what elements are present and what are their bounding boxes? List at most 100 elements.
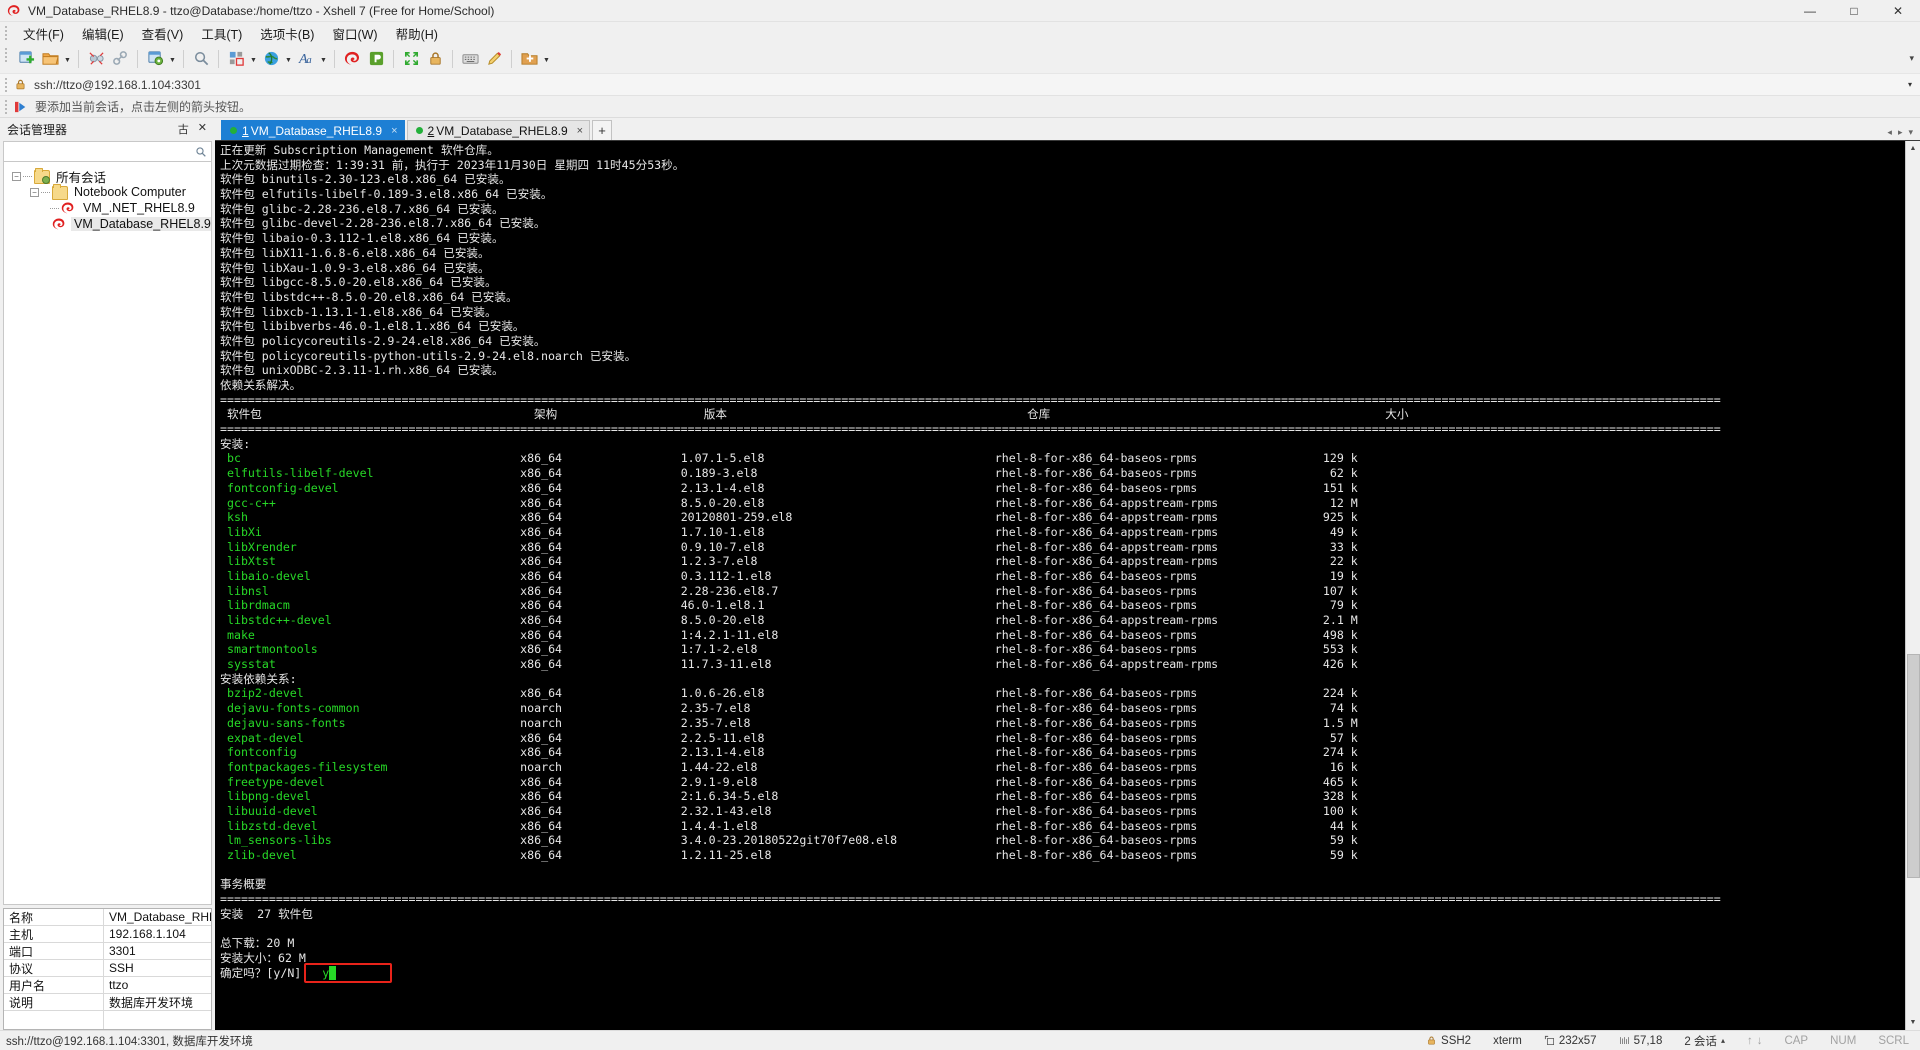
tree-node-vm-database-rhel89[interactable]: VM_Database_RHEL8.9 [4, 216, 211, 232]
address-dropdown-icon[interactable]: ▾ [1908, 80, 1920, 89]
tab-scroll-left-icon[interactable]: ◂ [1887, 127, 1892, 138]
session-search-box[interactable] [3, 141, 212, 162]
tab-close-icon[interactable]: × [391, 125, 397, 137]
menu-grip[interactable] [4, 25, 8, 41]
status-terminal-size[interactable]: 232x57 [1533, 1035, 1608, 1047]
tab-list-menu-icon[interactable]: ▾ [1908, 127, 1913, 138]
xftp-icon[interactable] [364, 47, 388, 71]
status-session-count-label: 2 会话 [1684, 1035, 1717, 1048]
status-terminal-type[interactable]: xterm [1482, 1035, 1533, 1047]
toolbar-separator [511, 49, 512, 68]
highlight-icon[interactable] [482, 47, 506, 71]
property-value: ttzo [109, 978, 129, 992]
add-folder-icon[interactable] [517, 47, 541, 71]
menu-tab[interactable]: 选项卡(B) [251, 22, 323, 45]
menu-file[interactable]: 文件(F) [14, 22, 73, 45]
add-folder-caret-icon[interactable]: ▼ [541, 47, 552, 71]
status-terminal-size-label: 232x57 [1558, 1034, 1597, 1047]
toolbar-grip[interactable] [4, 47, 8, 63]
terminal-output[interactable]: 正在更新 Subscription Management 软件仓库。 上次元数据… [215, 141, 1905, 1030]
expander-icon[interactable]: − [12, 171, 21, 181]
open-folder-icon[interactable] [38, 47, 62, 71]
tab-scroll-right-icon[interactable]: ▸ [1898, 127, 1903, 138]
status-cursor-position-label: 57,18 [1633, 1034, 1663, 1047]
status-ssh-protocol[interactable]: SSH2 [1415, 1035, 1482, 1047]
toolbar-separator [218, 49, 219, 68]
tree-node-vm-net-rhel89[interactable]: VM_.NET_RHEL8.9 [4, 200, 211, 216]
tree-label-vm-net-rhel89: VM_.NET_RHEL8.9 [83, 201, 195, 215]
property-value [104, 1011, 211, 1029]
toolbar-overflow[interactable]: ▾ [1909, 53, 1920, 64]
tab-close-icon[interactable]: × [577, 125, 583, 137]
scroll-up-icon[interactable]: ▲ [1905, 141, 1920, 156]
cursor-icon [1619, 1037, 1629, 1044]
new-session-icon[interactable] [14, 47, 38, 71]
download-arrow-icon: ↓ [1756, 1034, 1763, 1047]
property-row-empty [4, 1011, 211, 1029]
session-properties-grid: 名称 VM_Database_RHE... 主机 192.168.1.104 端… [3, 908, 212, 1030]
session-search-input[interactable] [8, 144, 195, 159]
tree-node-notebook-computer[interactable]: − Notebook Computer [4, 184, 211, 200]
menu-view[interactable]: 查看(V) [133, 22, 193, 45]
session-tree[interactable]: − 所有会话 − Notebook Computer VM_.NET_RHEL8… [3, 162, 212, 905]
window-controls: — □ ✕ [1788, 0, 1920, 22]
layout-icon[interactable] [224, 47, 248, 71]
tree-line [41, 191, 50, 193]
menu-edit[interactable]: 编辑(E) [73, 22, 133, 45]
session-properties-caret-icon[interactable]: ▼ [167, 47, 178, 71]
new-tab-button[interactable]: + [592, 120, 613, 140]
property-value: 192.168.1.104 [109, 927, 186, 941]
open-folder-caret-icon[interactable]: ▼ [62, 47, 73, 71]
status-caps-lock: CAP [1784, 1034, 1809, 1047]
menu-tools[interactable]: 工具(T) [192, 22, 251, 45]
tree-label-all-sessions: 所有会话 [56, 170, 107, 185]
close-button[interactable]: ✕ [1876, 0, 1920, 22]
addressbar-grip[interactable] [4, 77, 8, 93]
toolbar-separator [183, 49, 184, 68]
font-caret-icon[interactable]: ▼ [318, 47, 329, 71]
status-session-count[interactable]: 2 会话 ▴ [1673, 1033, 1736, 1049]
menu-help[interactable]: 帮助(H) [387, 22, 447, 45]
font-icon[interactable]: Aa [294, 47, 318, 71]
maximize-button[interactable]: □ [1832, 0, 1876, 22]
session-manager-panel: 会话管理器 古 ✕ − 所有会话 − Notebook Computer VM_… [0, 118, 215, 1030]
terminal-panel: 1 VM_Database_RHEL8.9 × 2 VM_Database_RH… [215, 118, 1920, 1030]
find-icon[interactable] [189, 47, 213, 71]
session-count-caret-icon[interactable]: ▴ [1721, 1036, 1725, 1045]
status-cursor-position[interactable]: 57,18 [1608, 1035, 1674, 1047]
menu-window[interactable]: 窗口(W) [323, 22, 386, 45]
search-icon[interactable] [195, 146, 207, 158]
address-url[interactable]: ssh://ttzo@192.168.1.104:3301 [34, 78, 201, 92]
keyboard-icon[interactable] [458, 47, 482, 71]
minimize-button[interactable]: — [1788, 0, 1832, 22]
svg-text:a: a [306, 55, 311, 66]
disconnect-icon[interactable] [84, 47, 108, 71]
status-right-group: SSH2 xterm 232x57 57,18 2 会话 ▴ ↑ ↓ CAP N… [1415, 1033, 1920, 1049]
scroll-down-icon[interactable]: ▼ [1905, 1015, 1920, 1030]
pin-icon[interactable]: 古 [178, 121, 189, 137]
lock-icon [1428, 1036, 1435, 1045]
xshell-icon[interactable] [340, 47, 364, 71]
lock-icon[interactable] [423, 47, 447, 71]
layout-caret-icon[interactable]: ▼ [248, 47, 259, 71]
globe-icon[interactable] [259, 47, 283, 71]
scrollbar-thumb[interactable] [1906, 654, 1920, 878]
close-icon[interactable]: ✕ [198, 121, 207, 137]
scrollbar-track[interactable] [1905, 156, 1920, 1015]
address-bar[interactable]: ssh://ttzo@192.168.1.104:3301 ▾ [0, 74, 1920, 96]
session-properties-icon[interactable] [143, 47, 167, 71]
tab-2-vm-database-rhel89[interactable]: 2 VM_Database_RHEL8.9 × [406, 120, 591, 140]
status-scroll-lock: SCRL [1878, 1034, 1909, 1047]
fullscreen-icon[interactable] [399, 47, 423, 71]
tab-1-vm-database-rhel89[interactable]: 1 VM_Database_RHEL8.9 × [221, 120, 405, 140]
globe-caret-icon[interactable]: ▼ [283, 47, 294, 71]
tree-node-all-sessions[interactable]: − 所有会话 [4, 168, 211, 185]
upload-arrow-icon: ↑ [1746, 1034, 1753, 1047]
link-icon[interactable] [108, 47, 132, 71]
expander-icon[interactable]: − [30, 187, 39, 197]
terminal-scrollbar[interactable]: ▲ ▼ [1905, 141, 1920, 1030]
tab-number: 1 [242, 123, 249, 138]
hintbar-grip[interactable] [4, 99, 8, 115]
toolbar-overflow-icon[interactable]: ▾ [1909, 53, 1914, 64]
tree-label-notebook-computer: Notebook Computer [74, 185, 186, 199]
